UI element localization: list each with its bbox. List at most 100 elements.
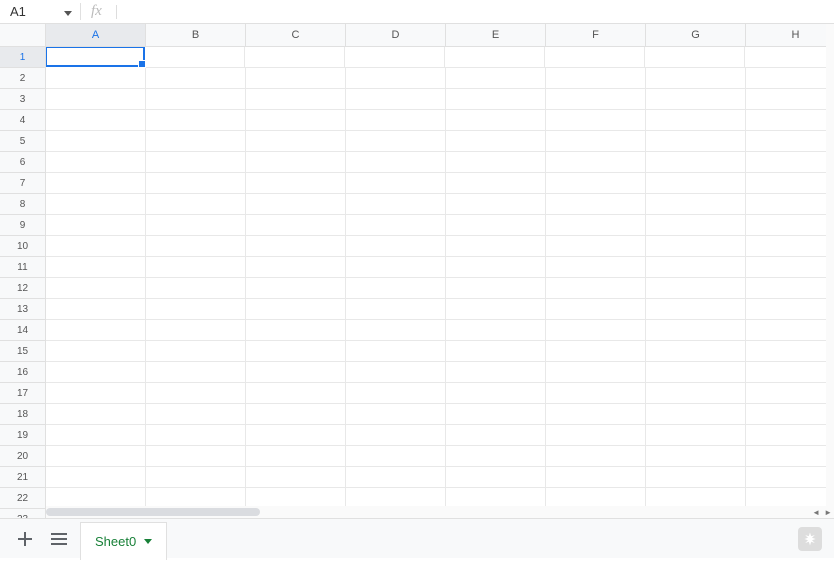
cell-H16[interactable]	[746, 362, 834, 383]
cell-H5[interactable]	[746, 131, 834, 152]
cell-B1[interactable]	[145, 47, 245, 68]
cell-B9[interactable]	[146, 215, 246, 236]
row-header-16[interactable]: 16	[0, 362, 45, 383]
cell-H10[interactable]	[746, 236, 834, 257]
cell-B19[interactable]	[146, 425, 246, 446]
row-header-1[interactable]: 1	[0, 47, 45, 68]
cell-E12[interactable]	[446, 278, 546, 299]
cell-G20[interactable]	[646, 446, 746, 467]
formula-input[interactable]	[117, 0, 834, 23]
cell-B3[interactable]	[146, 89, 246, 110]
add-sheet-button[interactable]	[12, 526, 38, 552]
cell-D4[interactable]	[346, 110, 446, 131]
cell-E16[interactable]	[446, 362, 546, 383]
cell-F9[interactable]	[546, 215, 646, 236]
cell-G10[interactable]	[646, 236, 746, 257]
cell-A10[interactable]	[46, 236, 146, 257]
cell-A4[interactable]	[46, 110, 146, 131]
cell-D6[interactable]	[346, 152, 446, 173]
cell-F21[interactable]	[546, 467, 646, 488]
name-box-dropdown-icon[interactable]	[64, 4, 72, 19]
cell-G8[interactable]	[646, 194, 746, 215]
cell-H12[interactable]	[746, 278, 834, 299]
cell-B8[interactable]	[146, 194, 246, 215]
cell-D5[interactable]	[346, 131, 446, 152]
cell-F19[interactable]	[546, 425, 646, 446]
cell-G1[interactable]	[645, 47, 745, 68]
cell-C13[interactable]	[246, 299, 346, 320]
cell-H2[interactable]	[746, 68, 834, 89]
cell-F6[interactable]	[546, 152, 646, 173]
cell-G13[interactable]	[646, 299, 746, 320]
row-header-3[interactable]: 3	[0, 89, 45, 110]
cell-A9[interactable]	[46, 215, 146, 236]
column-header-C[interactable]: C	[246, 24, 346, 46]
explore-button[interactable]	[798, 527, 822, 551]
cell-G17[interactable]	[646, 383, 746, 404]
cell-C8[interactable]	[246, 194, 346, 215]
cell-E10[interactable]	[446, 236, 546, 257]
cell-C6[interactable]	[246, 152, 346, 173]
cell-F12[interactable]	[546, 278, 646, 299]
cell-E14[interactable]	[446, 320, 546, 341]
cell-B12[interactable]	[146, 278, 246, 299]
row-header-11[interactable]: 11	[0, 257, 45, 278]
cell-F10[interactable]	[546, 236, 646, 257]
cell-C3[interactable]	[246, 89, 346, 110]
row-header-4[interactable]: 4	[0, 110, 45, 131]
sheet-tab-dropdown-icon[interactable]	[144, 536, 152, 546]
cell-B18[interactable]	[146, 404, 246, 425]
cell-D1[interactable]	[345, 47, 445, 68]
cell-H11[interactable]	[746, 257, 834, 278]
column-header-E[interactable]: E	[446, 24, 546, 46]
cell-B7[interactable]	[146, 173, 246, 194]
cell-B16[interactable]	[146, 362, 246, 383]
cell-F8[interactable]	[546, 194, 646, 215]
column-header-H[interactable]: H	[746, 24, 834, 46]
cell-C17[interactable]	[246, 383, 346, 404]
column-header-B[interactable]: B	[146, 24, 246, 46]
row-header-8[interactable]: 8	[0, 194, 45, 215]
cell-H20[interactable]	[746, 446, 834, 467]
cell-G3[interactable]	[646, 89, 746, 110]
cell-G21[interactable]	[646, 467, 746, 488]
cell-D19[interactable]	[346, 425, 446, 446]
cell-F7[interactable]	[546, 173, 646, 194]
cell-D8[interactable]	[346, 194, 446, 215]
cell-D16[interactable]	[346, 362, 446, 383]
cell-B17[interactable]	[146, 383, 246, 404]
row-header-2[interactable]: 2	[0, 68, 45, 89]
cell-B5[interactable]	[146, 131, 246, 152]
column-header-D[interactable]: D	[346, 24, 446, 46]
cell-H19[interactable]	[746, 425, 834, 446]
select-all-corner[interactable]	[0, 24, 46, 47]
cell-C9[interactable]	[246, 215, 346, 236]
cell-G16[interactable]	[646, 362, 746, 383]
cell-H17[interactable]	[746, 383, 834, 404]
row-header-17[interactable]: 17	[0, 383, 45, 404]
cell-A15[interactable]	[46, 341, 146, 362]
scroll-left-icon[interactable]: ◄	[812, 508, 820, 517]
cell-D14[interactable]	[346, 320, 446, 341]
cell-B4[interactable]	[146, 110, 246, 131]
cell-C18[interactable]	[246, 404, 346, 425]
cell-D12[interactable]	[346, 278, 446, 299]
cell-E11[interactable]	[446, 257, 546, 278]
vertical-scrollbar[interactable]	[826, 24, 834, 506]
cell-F2[interactable]	[546, 68, 646, 89]
row-header-9[interactable]: 9	[0, 215, 45, 236]
cell-D13[interactable]	[346, 299, 446, 320]
cells-grid[interactable]	[46, 47, 826, 506]
cell-E18[interactable]	[446, 404, 546, 425]
sheet-tab-active[interactable]: Sheet0	[80, 522, 167, 560]
cell-G15[interactable]	[646, 341, 746, 362]
cell-A20[interactable]	[46, 446, 146, 467]
cell-D9[interactable]	[346, 215, 446, 236]
column-header-F[interactable]: F	[546, 24, 646, 46]
cell-C1[interactable]	[245, 47, 345, 68]
cell-B2[interactable]	[146, 68, 246, 89]
cell-D3[interactable]	[346, 89, 446, 110]
cell-D2[interactable]	[346, 68, 446, 89]
cell-G9[interactable]	[646, 215, 746, 236]
cell-E20[interactable]	[446, 446, 546, 467]
